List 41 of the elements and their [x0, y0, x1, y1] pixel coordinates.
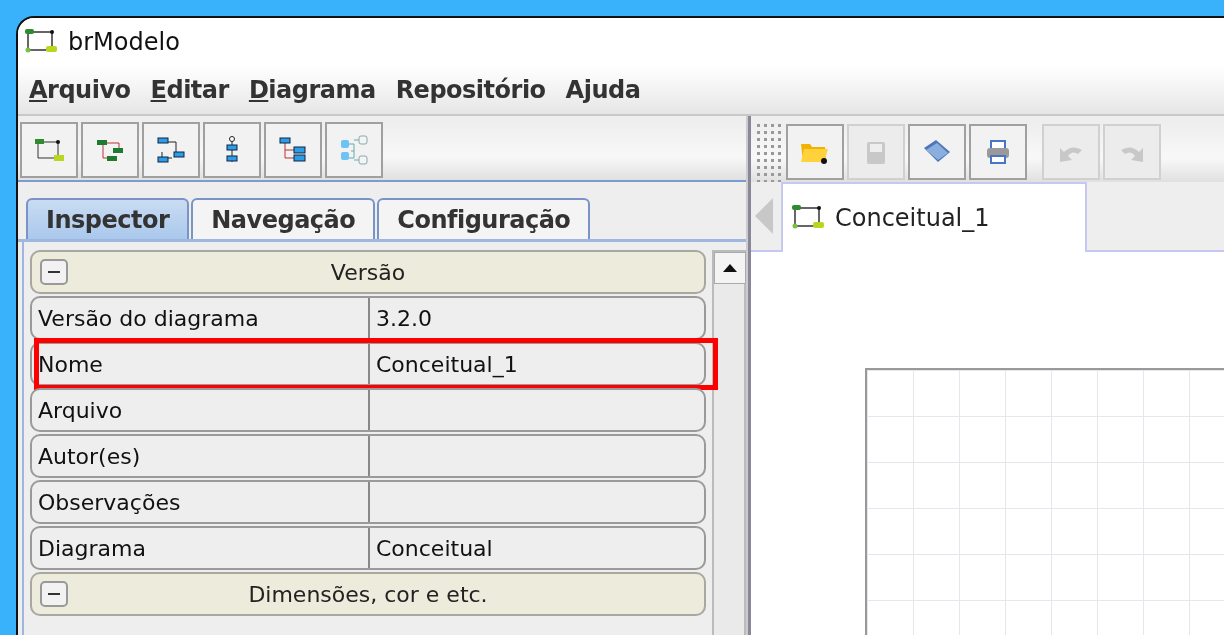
- up-arrow-icon: [722, 263, 738, 273]
- property-name: Arquivo: [32, 390, 370, 430]
- property-name: Diagrama: [32, 528, 370, 568]
- toolbar-button[interactable]: [20, 122, 78, 178]
- property-value: Conceitual_1: [375, 350, 519, 380]
- toolbar-button[interactable]: [142, 122, 200, 178]
- tab[interactable]: Inspector: [26, 198, 190, 239]
- tab[interactable]: Navegação: [191, 198, 376, 239]
- section-title: Versão: [329, 259, 407, 285]
- property-row[interactable]: Autor(es): [30, 434, 706, 478]
- property-name: Nome: [32, 344, 370, 384]
- property-row[interactable]: Arquivo: [30, 388, 706, 432]
- window-title: brModelo: [68, 28, 180, 56]
- property-value: Conceitual: [375, 534, 494, 563]
- menu-item[interactable]: Diagrama: [241, 72, 383, 108]
- minus-icon: [47, 593, 61, 595]
- toolbar-button[interactable]: [908, 124, 966, 180]
- tab[interactable]: Configuração: [377, 198, 591, 239]
- toolbar-button[interactable]: [81, 122, 139, 178]
- flowchart-icon: [154, 134, 188, 166]
- section-title: Dimensões, cor e etc.: [247, 581, 489, 607]
- menu-item[interactable]: Repositório: [388, 72, 553, 108]
- toolbar-button[interactable]: [969, 124, 1027, 180]
- property-row[interactable]: Observações: [30, 480, 706, 524]
- property-row[interactable]: Diagrama Conceitual: [30, 526, 706, 570]
- property-value: 3.2.0: [375, 304, 433, 333]
- property-row[interactable]: Versão do diagrama 3.2.0: [30, 296, 706, 340]
- minus-icon: [47, 271, 61, 273]
- collapse-button[interactable]: [40, 259, 68, 285]
- scroll-up-button[interactable]: [714, 252, 746, 284]
- menu-item[interactable]: Ajuda: [558, 72, 648, 108]
- menu-item[interactable]: Editar: [143, 72, 236, 108]
- document-tab[interactable]: Conceitual_1: [781, 182, 1087, 252]
- collapse-button[interactable]: [40, 581, 68, 607]
- property-name: Autor(es): [32, 436, 370, 476]
- property-name: Observações: [32, 482, 370, 522]
- menu-item[interactable]: Arquivo: [22, 72, 138, 108]
- property-name: Versão do diagrama: [32, 298, 370, 338]
- toolbar-button[interactable]: [264, 122, 322, 178]
- scrollbar[interactable]: [712, 250, 746, 635]
- toolbar-button[interactable]: [203, 122, 261, 178]
